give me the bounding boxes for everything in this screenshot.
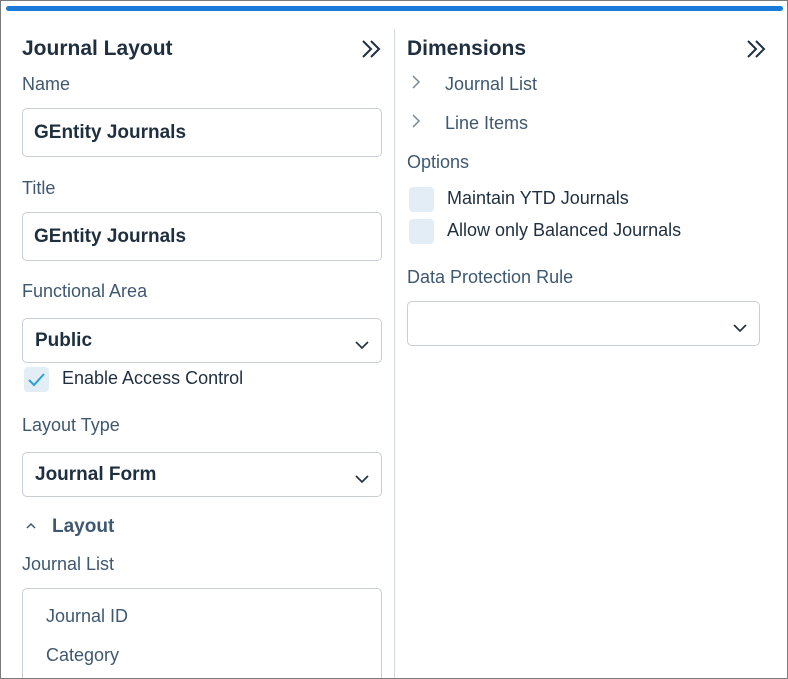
chevron-down-icon [733,317,747,339]
list-item[interactable]: Category [46,645,119,666]
title-field-value: GEntity Journals [34,225,187,247]
name-field[interactable]: GEntity Journals [22,108,382,157]
title-label: Title [22,178,56,198]
left-panel-title: Journal Layout [22,37,173,60]
data-protection-rule-select[interactable] [407,301,760,346]
allow-balanced-journals-checkbox[interactable] [409,219,434,244]
layout-type-select[interactable]: Journal Form [22,452,382,497]
tree-item-journal-list[interactable]: Journal List [411,74,537,95]
enable-access-control-label: Enable Access Control [62,368,244,388]
chevron-right-icon [411,113,421,134]
panel-divider [394,29,395,678]
journal-list-box[interactable]: Journal ID Category [22,588,382,678]
layout-section-toggle[interactable]: Layout [25,516,114,538]
chevron-right-icon [411,74,421,95]
enable-access-control-checkbox[interactable] [24,367,49,392]
chevron-down-icon [355,468,369,490]
layout-type-label: Layout Type [22,415,120,435]
allow-balanced-journals-label: Allow only Balanced Journals [447,220,682,240]
functional-area-value: Public [35,329,93,351]
data-protection-rule-label: Data Protection Rule [407,267,574,287]
double-chevron-right-icon[interactable] [746,39,768,64]
chevron-up-icon [25,518,37,536]
journal-layout-dialog: Journal Layout Name GEntity Journals Tit… [0,0,788,679]
maintain-ytd-journals-checkbox[interactable] [409,187,434,212]
list-item[interactable]: Journal ID [46,606,128,627]
functional-area-label: Functional Area [22,281,148,301]
layout-section-label: Layout [52,516,115,537]
title-field[interactable]: GEntity Journals [22,212,382,261]
tree-item-line-items[interactable]: Line Items [411,113,528,134]
options-label: Options [407,152,470,172]
layout-type-value: Journal Form [35,463,157,485]
double-chevron-right-icon[interactable] [361,39,383,64]
accent-top-bar [6,6,783,11]
chevron-down-icon [355,334,369,356]
name-label: Name [22,74,71,94]
right-panel-title: Dimensions [407,37,527,60]
tree-item-label: Journal List [445,74,538,94]
journal-list-label: Journal List [22,554,115,574]
checkmark-icon [24,373,49,396]
functional-area-select[interactable]: Public [22,318,382,363]
name-field-value: GEntity Journals [34,121,187,143]
tree-item-label: Line Items [445,113,529,133]
maintain-ytd-journals-label: Maintain YTD Journals [447,188,629,208]
